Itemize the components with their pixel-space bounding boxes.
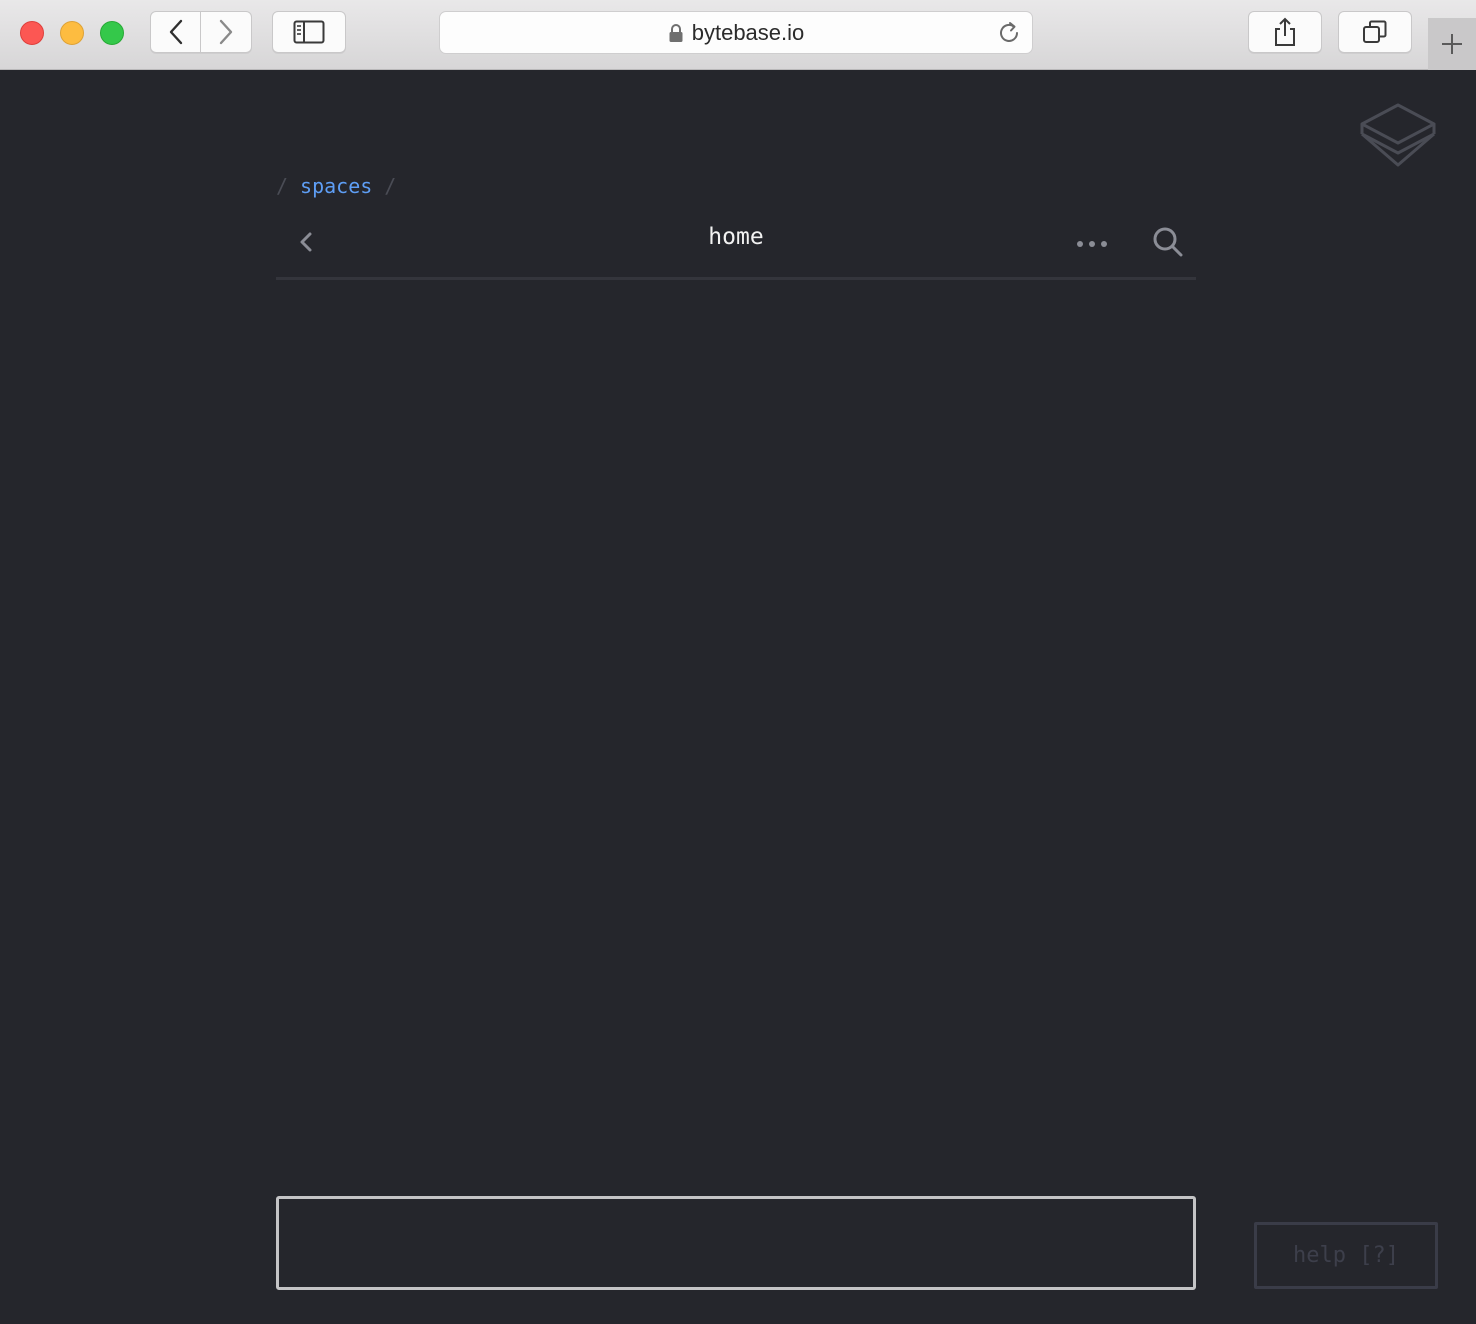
new-tab-button[interactable] bbox=[1428, 18, 1476, 70]
chevron-right-icon bbox=[219, 19, 233, 45]
zoom-window-button[interactable] bbox=[100, 21, 124, 45]
share-button[interactable] bbox=[1248, 11, 1322, 53]
tabs-icon bbox=[1363, 20, 1387, 43]
url-text: bytebase.io bbox=[691, 19, 805, 45]
address-bar[interactable]: bytebase.io bbox=[439, 11, 1033, 54]
page-header: home bbox=[276, 216, 1196, 280]
help-button-label: help [?] bbox=[1293, 1243, 1399, 1268]
address-url: bytebase.io bbox=[440, 12, 1032, 53]
breadcrumb-separator: / bbox=[384, 174, 397, 198]
close-window-button[interactable] bbox=[20, 21, 44, 45]
sidebar-toggle-button[interactable] bbox=[272, 11, 346, 53]
command-input[interactable] bbox=[276, 1196, 1196, 1290]
browser-toolbar: bytebase.io bbox=[0, 0, 1476, 70]
tabs-overview-button[interactable] bbox=[1338, 11, 1412, 53]
browser-forward-button[interactable] bbox=[201, 11, 252, 53]
sidebar-icon bbox=[293, 20, 325, 44]
help-button[interactable]: help [?] bbox=[1254, 1222, 1438, 1289]
ellipsis-icon[interactable] bbox=[1074, 234, 1110, 254]
browser-back-button[interactable] bbox=[150, 11, 201, 53]
breadcrumb-link-spaces[interactable]: spaces bbox=[300, 174, 372, 198]
breadcrumb: / spaces / bbox=[276, 174, 396, 198]
minimize-window-button[interactable] bbox=[60, 21, 84, 45]
page-title: home bbox=[708, 224, 764, 250]
app-page: / spaces / home help [?] bbox=[0, 70, 1476, 1324]
chevron-left-icon bbox=[169, 19, 182, 45]
lock-icon bbox=[669, 23, 683, 42]
plus-icon bbox=[1442, 34, 1462, 54]
breadcrumb-separator: / bbox=[276, 174, 289, 198]
share-icon bbox=[1275, 17, 1295, 46]
layers-logo-icon[interactable] bbox=[1358, 102, 1438, 168]
search-icon[interactable] bbox=[1152, 226, 1184, 260]
reload-icon[interactable] bbox=[996, 20, 1022, 46]
